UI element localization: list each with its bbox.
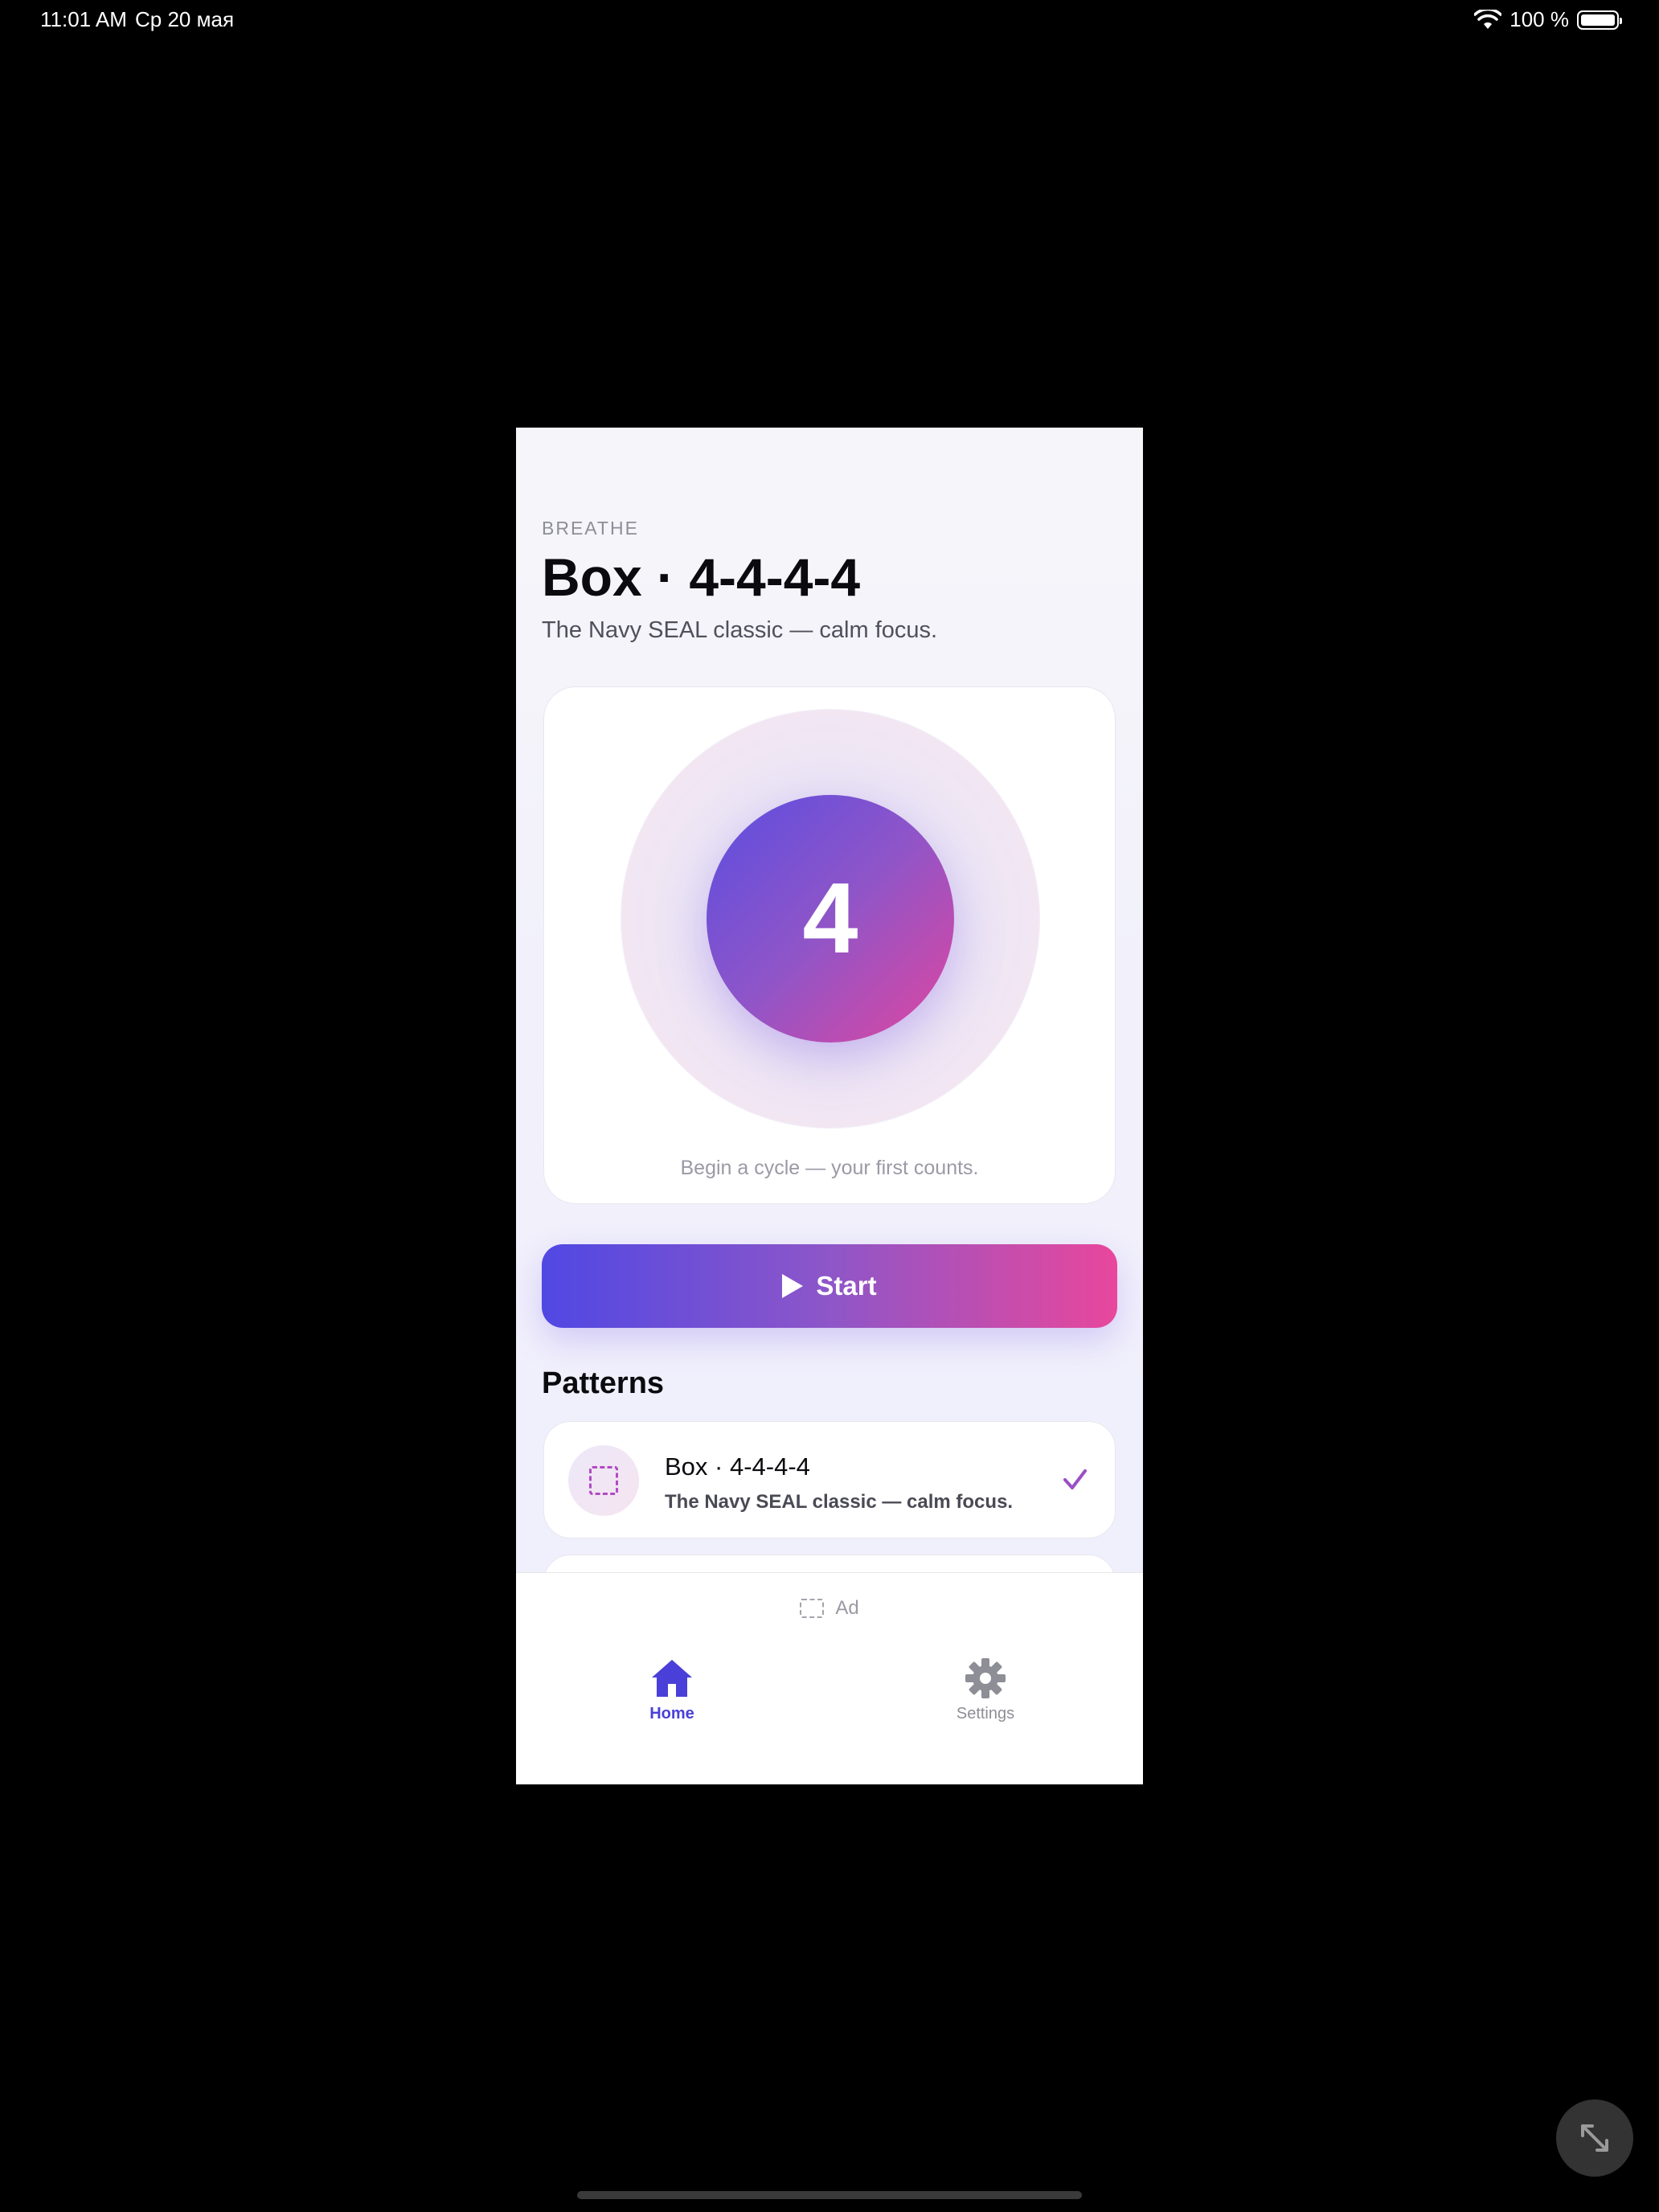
app-window: BREATHE Box · 4-4-4-4 The Navy SEAL clas… [516,428,1143,1784]
page-title: Box · 4-4-4-4 [542,547,861,607]
tab-settings-label: Settings [956,1705,1015,1722]
expand-arrows-icon [1581,2124,1608,2152]
breath-count-circle: 4 [707,795,954,1043]
main-scroll[interactable]: BREATHE Box · 4-4-4-4 The Navy SEAL clas… [516,428,1143,1572]
tab-settings[interactable]: Settings [905,1657,1066,1723]
checkmark-icon [1063,1469,1087,1489]
pattern-item-next[interactable] [543,1555,1116,1572]
status-date: Ср 20 мая [135,7,235,31]
home-icon [652,1660,692,1697]
breath-hint: Begin a cycle — your first counts. [680,1157,979,1179]
gear-icon [965,1658,1006,1698]
status-bar: 11:01 AM Ср 20 мая 100 % [0,0,1659,40]
breath-card: 4 Begin a cycle — your first counts. [543,686,1116,1204]
ad-label: Ad [835,1597,859,1619]
status-indicators: 100 % [1474,7,1622,32]
battery-icon [1577,10,1622,30]
ad-placeholder-icon [800,1599,825,1618]
battery-percent: 100 % [1509,7,1569,31]
pattern-name: Box · 4-4-4-4 [665,1452,810,1481]
home-indicator[interactable] [577,2191,1082,2199]
patterns-heading: Patterns [542,1366,665,1400]
expand-button[interactable] [1556,2099,1633,2177]
pattern-item-box[interactable]: Box · 4-4-4-4 The Navy SEAL classic — ca… [543,1421,1116,1538]
wifi-icon [1474,9,1502,29]
pattern-description: The Navy SEAL classic — calm focus. [665,1491,1014,1513]
tab-home-label: Home [649,1705,694,1722]
pattern-icon-badge [568,1445,639,1516]
play-icon [782,1274,804,1298]
status-time: 11:01 AM [40,7,127,31]
start-button-label: Start [816,1271,877,1301]
breath-count: 4 [802,863,858,974]
tab-home[interactable]: Home [592,1657,752,1723]
eyebrow-label: BREATHE [542,518,639,539]
dashed-square-icon [589,1466,618,1495]
ad-banner[interactable]: Ad [516,1597,1143,1620]
start-button[interactable]: Start [542,1244,1117,1328]
bottom-panel: Ad Home Settings [516,1572,1143,1784]
page-subtitle: The Navy SEAL classic — calm focus. [542,617,938,643]
